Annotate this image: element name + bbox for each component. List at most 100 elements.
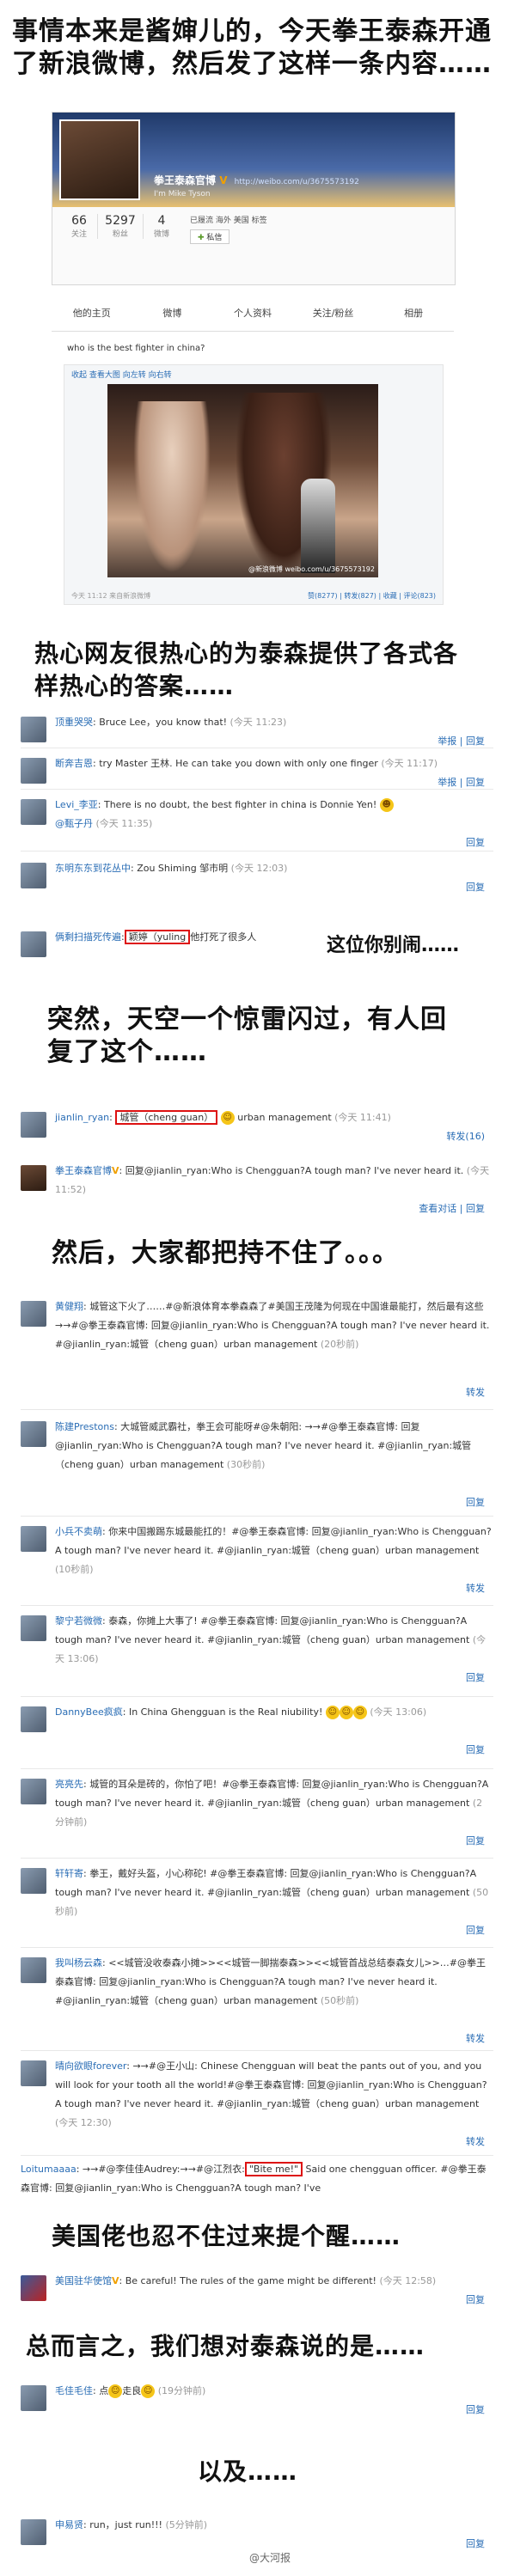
chain-comment: 我叫杨云森: <<城管没收泰森小摊>><<城管一脚揣泰森>><<城管首战总结泰森…	[21, 1954, 492, 2044]
comment-actions[interactable]: 转发	[466, 2133, 485, 2152]
post-photo[interactable]: @新浪微博 weibo.com/u/3675573192	[107, 384, 378, 577]
avatar[interactable]	[21, 717, 46, 742]
answer-item: 顶重哭哭: Bruce Lee，you know that! (今天 11:23…	[21, 713, 492, 747]
avatar[interactable]	[21, 799, 46, 825]
avatar[interactable]	[21, 1779, 46, 1804]
reply-item: jianlin_ryan: 城管（cheng guan） ☺ urban man…	[21, 1108, 492, 1142]
caption-then: 然后，大家都把持不住了。。。	[52, 1238, 399, 1268]
comment-actions[interactable]: 回复	[466, 833, 485, 852]
tab-weibo[interactable]: 微博	[132, 296, 213, 331]
tab-profile[interactable]: 个人资料	[212, 296, 293, 331]
user-link[interactable]: Levi_李亚	[55, 799, 98, 810]
comment-actions[interactable]: 转发	[466, 1383, 485, 1402]
avatar[interactable]	[21, 1615, 46, 1641]
user-link[interactable]: 毛佳毛佳	[55, 2385, 93, 2396]
caption-answers: 热心网友很热心的为泰森提供了各式各样热心的答案……	[34, 639, 459, 700]
avatar[interactable]	[21, 2385, 46, 2411]
caption-this-one: 这位你别闹……	[327, 935, 460, 956]
comment-actions[interactable]: 转发(16)	[446, 1127, 485, 1146]
profile-stats: 66 关注 5297 粉丝 4 微博	[61, 214, 180, 239]
post-text: who is the best fighter in china?	[67, 344, 205, 353]
comment-actions[interactable]: 回复	[466, 1832, 485, 1851]
avatar	[59, 119, 140, 200]
user-link[interactable]: 轩轩寄	[55, 1868, 83, 1879]
user-mention[interactable]: @甄子丹	[55, 818, 93, 829]
comment-actions[interactable]: 回复	[466, 2535, 485, 2554]
user-link[interactable]: 晴向欲眼forever	[55, 2060, 126, 2072]
user-link[interactable]: 我叫杨云森	[55, 1957, 102, 1969]
avatar[interactable]	[21, 2060, 46, 2086]
avatar[interactable]	[21, 1706, 46, 1732]
tab-album[interactable]: 相册	[373, 296, 454, 331]
message-button[interactable]: ✚ 私信	[190, 229, 230, 244]
boxer-left	[133, 401, 211, 573]
avatar[interactable]	[21, 2275, 46, 2301]
comment-actions[interactable]: 回复	[466, 1741, 485, 1760]
user-link[interactable]: 美国驻华使馆	[55, 2275, 112, 2286]
comment-actions[interactable]: 回复	[466, 1493, 485, 1512]
comment-actions[interactable]: 转发	[466, 1579, 485, 1598]
user-link[interactable]: DannyBee疯疯	[55, 1706, 123, 1718]
post-actions[interactable]: 赞(8277) | 转发(827) | 收藏 | 评论(823)	[308, 591, 436, 601]
verified-icon: V	[216, 174, 228, 186]
avatar[interactable]	[21, 1421, 46, 1447]
grin-emoji-icon: ☺	[220, 1111, 235, 1125]
highlight-box: "Bite me!"	[244, 2162, 303, 2176]
avatar[interactable]	[21, 1526, 46, 1552]
stat-following[interactable]: 66 关注	[61, 214, 98, 239]
answer-item: 东明东东到花丛中: Zou Shiming 邹市明 (今天 12:03) 回复	[21, 859, 492, 893]
comment-actions[interactable]: 转发	[466, 2030, 485, 2048]
user-link[interactable]: 断奔吉恩	[55, 758, 93, 769]
profile-sub: I'm Mike Tyson	[154, 190, 211, 198]
tab-follow[interactable]: 关注/粉丝	[293, 296, 374, 331]
user-link[interactable]: 黄健翔	[55, 1301, 83, 1312]
caption-american: 美国佬也忍不住过来提个醒……	[52, 2222, 401, 2250]
message-icon: ✚	[198, 234, 207, 242]
tyson-reply: 拳王泰森官博V: 回复@jianlin_ryan:Who is Chenggua…	[21, 1162, 492, 1214]
emoji-icon: ☺	[339, 1706, 353, 1719]
avatar[interactable]	[21, 1112, 46, 1138]
comment-actions[interactable]: 回复	[466, 1669, 485, 1688]
profile-name[interactable]: 拳王泰森官博	[154, 174, 216, 186]
verified-icon: V	[112, 1165, 119, 1176]
avatar[interactable]	[21, 1301, 46, 1327]
emoji-icon: ☺	[325, 1706, 340, 1719]
tab-home[interactable]: 他的主页	[52, 296, 132, 331]
avatar[interactable]	[21, 2519, 46, 2545]
profile-url[interactable]: http://weibo.com/u/3675573192	[235, 178, 359, 186]
avatar[interactable]	[21, 758, 46, 784]
chain-comment: DannyBee疯疯: In China Ghengguan is the Re…	[21, 1703, 492, 1755]
avatar[interactable]	[21, 931, 46, 957]
avatar[interactable]	[21, 1165, 46, 1191]
user-link[interactable]: 小兵不卖萌	[55, 1526, 102, 1537]
avatar[interactable]	[21, 1957, 46, 1983]
comment-actions[interactable]: 回复	[466, 1921, 485, 1940]
user-link[interactable]: jianlin_ryan	[55, 1112, 109, 1123]
emoji-icon: ☺	[108, 2384, 123, 2398]
comment-actions[interactable]: 回复	[466, 2291, 485, 2310]
highlight-box: 颖婷（yuling	[124, 930, 191, 944]
user-link[interactable]: 东明东东到花丛中	[55, 863, 131, 874]
user-link[interactable]: 陈建Prestons	[55, 1421, 114, 1432]
comment-actions[interactable]: 回复	[466, 2401, 485, 2420]
stat-fans[interactable]: 5297 粉丝	[98, 214, 144, 239]
chain-comment: 小兵不卖萌: 你来中国搬踢东城最能扛的！#@拳王泰森官博: 回复@jianlin…	[21, 1523, 492, 1594]
avatar[interactable]	[21, 863, 46, 888]
stat-posts[interactable]: 4 微博	[144, 214, 180, 239]
image-tools[interactable]: 收起 查看大图 向左转 向右转	[71, 369, 172, 380]
user-link[interactable]: 黎宁若微微	[55, 1615, 102, 1627]
caption-suddenly: 突然，天空一个惊雷闪过，有人回复了这个……	[47, 1004, 447, 1067]
user-link[interactable]: 申易贤	[55, 2519, 83, 2530]
user-link[interactable]: 俩剩扫描死传遍	[55, 931, 121, 943]
user-link[interactable]: 顶重哭哭	[55, 717, 93, 728]
comment-actions[interactable]: 回复	[466, 878, 485, 897]
user-link[interactable]: 拳王泰森官博	[55, 1165, 112, 1176]
profile-tabs: 他的主页 微博 个人资料 关注/粉丝 相册	[52, 296, 454, 332]
post-card: 收起 查看大图 向左转 向右转 @新浪微博 weibo.com/u/367557…	[64, 364, 444, 605]
avatar[interactable]	[21, 1868, 46, 1894]
answer-item: Levi_李亚: There is no doubt, the best fig…	[21, 796, 492, 848]
user-link[interactable]: Loitumaaaa	[21, 2164, 77, 2175]
comment-actions[interactable]: 查看对话 | 回复	[419, 1199, 485, 1218]
source-watermark: @大河报	[249, 2552, 291, 2564]
user-link[interactable]: 亮亮先	[55, 1779, 83, 1790]
